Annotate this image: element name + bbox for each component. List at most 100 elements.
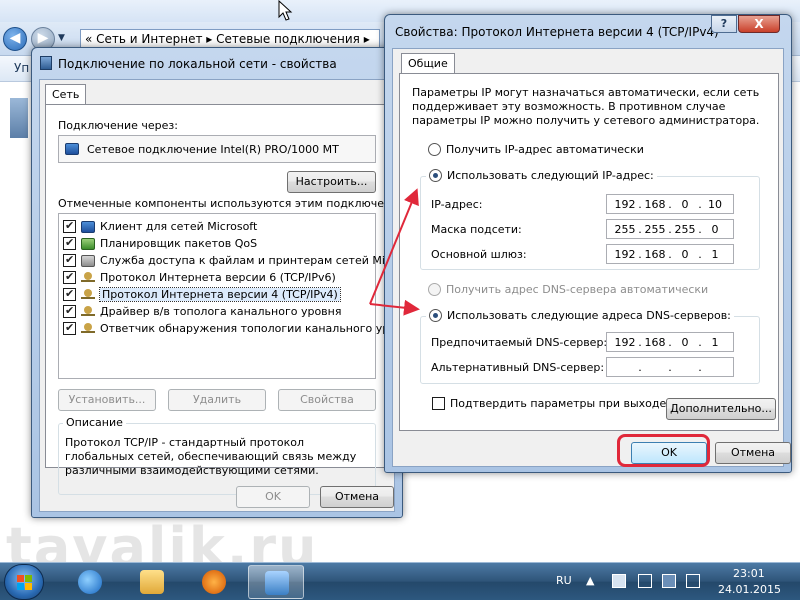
taskbar-ie[interactable] — [62, 565, 118, 599]
taskbar-explorer[interactable] — [124, 565, 180, 599]
component-checkbox[interactable] — [63, 287, 76, 301]
list-item[interactable]: Драйвер в/в тополога канального уровня — [63, 303, 341, 320]
ipv4-cancel-button[interactable]: Отмена — [715, 442, 791, 464]
description-text: Протокол TCP/IP - стандартный протокол г… — [65, 436, 357, 477]
auto-dns-radio[interactable] — [428, 283, 441, 296]
history-dropdown-icon[interactable]: ▼ — [58, 33, 65, 43]
ip-dot: . — [698, 360, 702, 374]
ip-dot: . — [698, 247, 702, 261]
ip-address-field[interactable]: 192. 168. 0. 10 — [606, 194, 734, 214]
auto-ip-radio[interactable] — [428, 143, 441, 156]
ip-octet: 168 — [644, 247, 666, 261]
flag-icon[interactable] — [638, 574, 652, 588]
components-label: Отмеченные компоненты используются этим … — [58, 197, 418, 210]
ip-dot: . — [638, 360, 642, 374]
component-checkbox[interactable] — [63, 253, 76, 267]
general-tab-panel: Параметры IP могут назначаться автоматич… — [399, 73, 779, 431]
component-label: Клиент для сетей Microsoft — [100, 220, 258, 233]
lan-properties-dialog: Подключение по локальной сети - свойства… — [31, 47, 417, 518]
mouse-cursor-icon — [278, 0, 293, 21]
ip-octet: 168 — [644, 335, 666, 349]
auto-ip-option[interactable]: Получить IP-адрес автоматически — [428, 143, 644, 156]
network-icon[interactable] — [662, 574, 676, 588]
list-item[interactable]: Планировщик пакетов QoS — [63, 235, 257, 252]
advanced-button[interactable]: Дополнительно... — [666, 398, 776, 420]
list-item[interactable]: Ответчик обнаружения топологии канальног… — [63, 320, 416, 337]
protocol-icon — [81, 305, 95, 316]
connection-icon — [40, 56, 52, 70]
ip-octet: 255 — [614, 222, 636, 236]
lan-cancel-button[interactable]: Отмена — [320, 486, 394, 508]
component-checkbox[interactable] — [63, 236, 76, 250]
component-checkbox[interactable] — [63, 219, 76, 233]
component-label: Ответчик обнаружения топологии канальног… — [100, 322, 417, 335]
clock-date[interactable]: 24.01.2015 — [718, 583, 781, 596]
ip-octet: 192 — [614, 247, 636, 261]
components-list[interactable]: Клиент для сетей Microsoft Планировщик п… — [58, 213, 416, 379]
list-item[interactable]: Протокол Интернета версии 6 (TCP/IPv6) — [63, 269, 336, 286]
lan-ok-button[interactable]: OK — [236, 486, 310, 508]
tab-general[interactable]: Общие — [401, 53, 455, 73]
action-center-icon[interactable] — [612, 574, 626, 588]
manual-ip-radio[interactable] — [429, 169, 442, 182]
properties-button[interactable]: Свойства — [278, 389, 376, 411]
network-client-icon — [81, 220, 95, 233]
address-breadcrumb-prefix: « — [85, 32, 93, 46]
volume-icon[interactable] — [686, 574, 700, 588]
validate-checkbox[interactable] — [432, 397, 445, 410]
preferred-dns-field[interactable]: 192. 168. 0. 1 — [606, 332, 734, 352]
manual-ip-option[interactable]: Использовать следующий IP-адрес: — [426, 169, 657, 182]
install-button[interactable]: Установить... — [58, 389, 156, 411]
back-button[interactable]: ◀ — [3, 27, 27, 51]
ip-octet: 192 — [614, 197, 636, 211]
component-checkbox[interactable] — [63, 321, 76, 335]
ok-button-highlight — [617, 434, 710, 467]
ip-dot: . — [668, 222, 672, 236]
internet-explorer-icon — [78, 570, 102, 594]
breadcrumb-network-connections[interactable]: Сетевые подключения — [216, 32, 360, 46]
configure-button[interactable]: Настроить... — [287, 171, 376, 193]
ip-dot: . — [668, 197, 672, 211]
manual-dns-radio[interactable] — [429, 309, 442, 322]
intro-text: Параметры IP могут назначаться автоматич… — [412, 86, 760, 127]
show-hidden-icons[interactable]: ▲ — [586, 574, 594, 587]
alternate-dns-field[interactable]: . . . — [606, 357, 734, 377]
protocol-icon — [81, 288, 95, 299]
taskbar-media-player[interactable] — [186, 565, 242, 599]
ip-octet: 1 — [711, 335, 719, 349]
language-indicator[interactable]: RU — [556, 574, 572, 587]
tab-network[interactable]: Сеть — [45, 84, 87, 104]
auto-dns-option[interactable]: Получить адрес DNS-сервера автоматически — [428, 283, 708, 296]
address-bar[interactable]: « Сеть и Интернет ▸ Сетевые подключения … — [80, 29, 380, 49]
help-button[interactable]: ? — [711, 15, 737, 33]
network-adapter-icon[interactable] — [10, 98, 28, 138]
gateway-field[interactable]: 192. 168. 0. 1 — [606, 244, 734, 264]
taskbar-control-panel[interactable] — [248, 565, 304, 599]
validate-option[interactable]: Подтвердить параметры при выходе — [432, 397, 666, 410]
breadcrumb-network-internet[interactable]: Сеть и Интернет — [96, 32, 202, 46]
qos-icon — [81, 237, 95, 250]
protocol-icon — [81, 322, 95, 333]
validate-label: Подтвердить параметры при выходе — [450, 397, 667, 410]
component-checkbox[interactable] — [63, 304, 76, 318]
manual-dns-option[interactable]: Использовать следующие адреса DNS-сервер… — [426, 309, 734, 322]
subnet-mask-label: Маска подсети: — [431, 223, 522, 236]
list-item[interactable]: Служба доступа к файлам и принтерам сете… — [63, 252, 412, 269]
adapter-name: Сетевое подключение Intel(R) PRO/1000 MT — [87, 143, 339, 156]
preferred-dns-label: Предпочитаемый DNS-сервер: — [431, 336, 608, 349]
clock-time[interactable]: 23:01 — [733, 567, 765, 580]
ip-octet: 255 — [644, 222, 666, 236]
start-button[interactable] — [4, 564, 44, 600]
lan-dialog-title: Подключение по локальной сети - свойства — [58, 57, 337, 71]
gateway-label: Основной шлюз: — [431, 248, 527, 261]
list-item[interactable]: Клиент для сетей Microsoft — [63, 218, 257, 235]
close-button[interactable]: X — [738, 15, 780, 33]
list-item-selected[interactable]: Протокол Интернета версии 4 (TCP/IPv4) — [63, 286, 341, 303]
component-checkbox[interactable] — [63, 270, 76, 284]
description-title: Описание — [63, 416, 126, 429]
ip-dot: . — [638, 197, 642, 211]
subnet-mask-field[interactable]: 255. 255. 255. 0 — [606, 219, 734, 239]
organize-menu[interactable]: Уп — [14, 61, 29, 75]
ip-octet: 0 — [681, 247, 689, 261]
uninstall-button[interactable]: Удалить — [168, 389, 266, 411]
